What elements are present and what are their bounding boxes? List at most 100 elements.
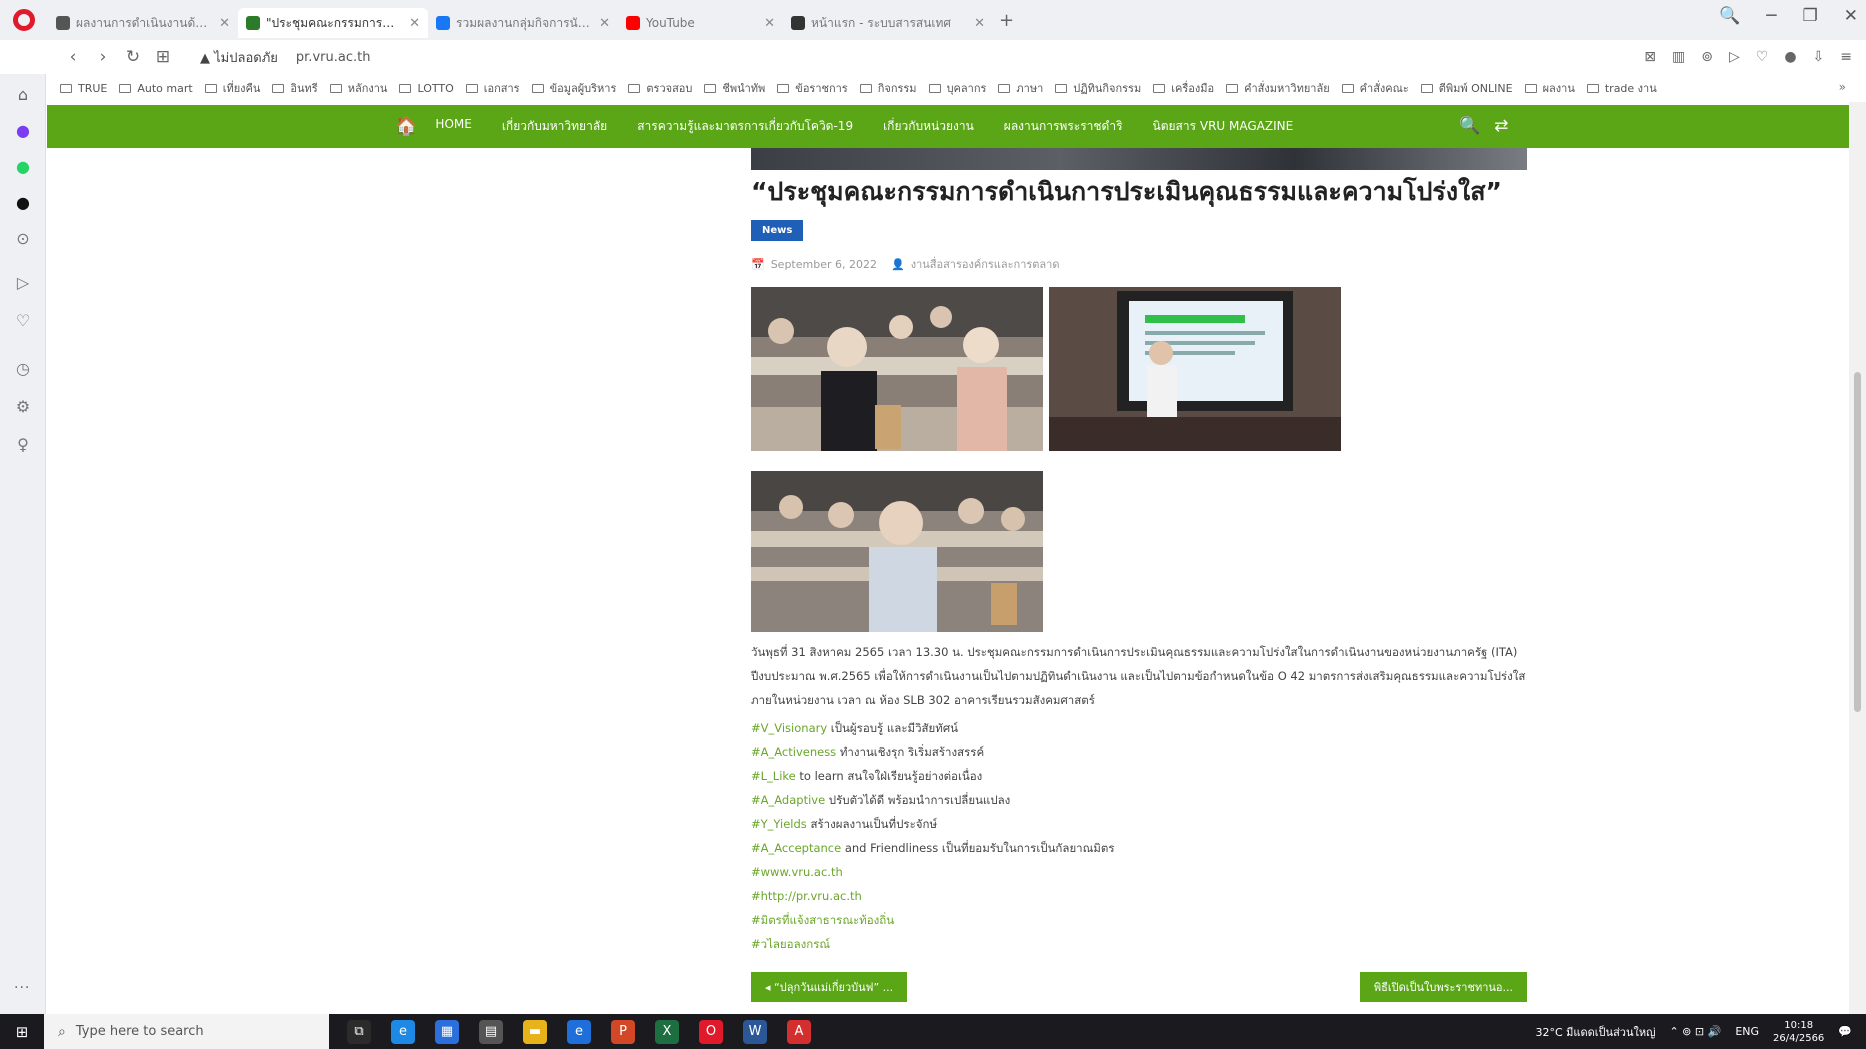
hashtag-link[interactable]: #A_Adaptive bbox=[751, 793, 825, 807]
weather-widget[interactable]: 32°C มีแดดเป็นส่วนใหญ่ bbox=[1536, 1023, 1656, 1041]
site-search-icon[interactable]: 🔍 bbox=[1459, 116, 1480, 136]
hashtag-link[interactable]: #มิตรที่แจ้งสาธารณะท้องถิ่น bbox=[751, 913, 894, 927]
bookmark-folder[interactable]: ปฏิทินกิจกรรม bbox=[1055, 79, 1141, 97]
tab-close-icon[interactable]: ✕ bbox=[974, 16, 985, 31]
hashtag-link[interactable]: #L_Like bbox=[751, 769, 796, 783]
start-button[interactable]: ⊞ bbox=[0, 1023, 44, 1041]
site-nav-item[interactable]: สารความรู้และมาตรการเกี่ยวกับโควิด-19 bbox=[637, 117, 853, 136]
store-icon[interactable]: ▦ bbox=[435, 1019, 459, 1044]
edge-icon[interactable]: e bbox=[391, 1019, 415, 1044]
tab-close-icon[interactable]: ✕ bbox=[219, 16, 230, 31]
tab-close-icon[interactable]: ✕ bbox=[409, 16, 420, 31]
hashtag-link[interactable]: #A_Acceptance bbox=[751, 841, 841, 855]
task-view-icon[interactable]: ⧉ bbox=[347, 1019, 371, 1044]
player-icon[interactable]: ⊙ bbox=[13, 228, 33, 248]
article-author[interactable]: งานสื่อสารองค์กรและการตลาด bbox=[911, 255, 1060, 273]
bookmark-folder[interactable]: เครื่องมือ bbox=[1153, 79, 1214, 97]
site-nav-item[interactable]: ผลงานการพระราชดำริ bbox=[1004, 117, 1123, 136]
site-nav-item[interactable]: นิตยสาร VRU MAGAZINE bbox=[1153, 117, 1294, 136]
article-date[interactable]: September 6, 2022 bbox=[771, 258, 877, 271]
toolbar-icon[interactable]: ▷ bbox=[1729, 49, 1740, 65]
back-button[interactable]: ‹ bbox=[58, 47, 88, 67]
previous-post-button[interactable]: ◂ “ปลุกวันแม่เกี่ยวบันฟ” ... bbox=[751, 972, 908, 1002]
bookmark-folder[interactable]: อินทรี bbox=[272, 79, 318, 97]
gallery-photo-2[interactable] bbox=[1049, 287, 1341, 451]
close-window-button[interactable]: ✕ bbox=[1844, 6, 1858, 26]
heart-icon[interactable]: ♡ bbox=[13, 310, 33, 330]
excel-icon[interactable]: X bbox=[655, 1019, 679, 1044]
forward-button[interactable]: › bbox=[88, 47, 118, 67]
toolbar-icon[interactable]: ⊠ bbox=[1644, 49, 1656, 65]
bookmark-folder[interactable]: ตีพิมพ์ ONLINE bbox=[1420, 79, 1513, 97]
bookmark-folder[interactable]: คำสั่งคณะ bbox=[1341, 79, 1409, 97]
browser-tab[interactable]: หน้าแรก - ระบบสารสนเทศ ✕ bbox=[783, 8, 993, 38]
opera-logo-icon[interactable] bbox=[0, 0, 48, 40]
site-security-status[interactable]: ▲ ไม่ปลอดภัย bbox=[200, 47, 278, 68]
history-icon[interactable]: ◷ bbox=[13, 358, 33, 378]
send-icon[interactable]: ▷ bbox=[13, 272, 33, 292]
bookmark-folder[interactable]: TRUE bbox=[60, 82, 107, 95]
maximize-button[interactable]: ❐ bbox=[1803, 6, 1818, 26]
page-scrollbar[interactable] bbox=[1849, 102, 1866, 1014]
minimize-button[interactable]: ─ bbox=[1766, 6, 1776, 26]
category-badge[interactable]: News bbox=[751, 220, 804, 241]
bookmark-folder[interactable]: บุคลากร bbox=[928, 79, 986, 97]
hashtag-link[interactable]: #www.vru.ac.th bbox=[751, 865, 843, 879]
clock[interactable]: 10:18 26/4/2566 bbox=[1773, 1019, 1824, 1045]
site-home-icon[interactable]: 🏠 bbox=[395, 116, 417, 137]
acrobat-icon[interactable]: A bbox=[787, 1019, 811, 1044]
hashtag-link[interactable]: #V_Visionary bbox=[751, 721, 827, 735]
bookmark-folder[interactable]: Auto mart bbox=[119, 82, 193, 95]
bookmark-folder[interactable]: เที่ยงคืน bbox=[204, 79, 260, 97]
bookmark-folder[interactable]: ภาษา bbox=[998, 79, 1043, 97]
browser-tab[interactable]: YouTube ✕ bbox=[618, 8, 783, 38]
ie-icon[interactable]: e bbox=[567, 1019, 591, 1044]
tiktok-icon[interactable]: ● bbox=[13, 192, 33, 212]
hashtag-link[interactable]: #Y_Yields bbox=[751, 817, 807, 831]
toolbar-icon[interactable]: ● bbox=[1784, 49, 1796, 65]
toolbar-icon[interactable]: ⇩ bbox=[1813, 49, 1825, 65]
bookmark-folder[interactable]: เอกสาร bbox=[465, 79, 520, 97]
taskbar-search-box[interactable]: ⌕ Type here to search bbox=[44, 1014, 329, 1049]
tab-close-icon[interactable]: ✕ bbox=[764, 16, 775, 31]
site-nav-item[interactable]: HOME bbox=[435, 117, 471, 136]
browser-tab[interactable]: รวมผลงานกลุ่มกิจการนักศึกษา ✕ bbox=[428, 8, 618, 38]
gallery-photo-1[interactable] bbox=[751, 287, 1043, 451]
toolbar-icon[interactable]: ▥ bbox=[1672, 49, 1685, 65]
language-indicator[interactable]: ENG bbox=[1735, 1025, 1759, 1038]
site-nav-item[interactable]: เกี่ยวกับมหาวิทยาลัย bbox=[502, 117, 607, 136]
bookmark-folder[interactable]: หลักงาน bbox=[329, 79, 387, 97]
hashtag-link[interactable]: #วไลยอลงกรณ์ bbox=[751, 937, 830, 951]
site-nav-item[interactable]: เกี่ยวกับหน่วยงาน bbox=[883, 117, 974, 136]
toolbar-icon[interactable]: ♡ bbox=[1756, 49, 1769, 65]
hashtag-link[interactable]: #http://pr.vru.ac.th bbox=[751, 889, 862, 903]
bookmark-folder[interactable]: ข้อมูลผู้บริหาร bbox=[531, 79, 616, 97]
tray-icons[interactable]: ⌃ ⊚ ⊡ 🔊 bbox=[1669, 1025, 1721, 1038]
powerpoint-icon[interactable]: P bbox=[611, 1019, 635, 1044]
random-post-icon[interactable]: ⇄ bbox=[1494, 116, 1508, 136]
toolbar-icon[interactable]: ≡ bbox=[1840, 49, 1852, 65]
bookmark-folder[interactable]: LOTTO bbox=[399, 82, 454, 95]
gallery-photo-3[interactable] bbox=[751, 471, 1043, 632]
extensions-icon[interactable]: ⚙ bbox=[13, 396, 33, 416]
opera-icon[interactable]: O bbox=[699, 1019, 723, 1044]
browser-tab[interactable]: ผลงานการดำเนินงานด้านพัฒนาคุณภาพ ✕ bbox=[48, 8, 238, 38]
browser-tab[interactable]: "ประชุมคณะกรรมการดำเนินการประเมินคุณธรรม… bbox=[238, 8, 428, 38]
bookmark-folder[interactable]: ผลงาน bbox=[1524, 79, 1575, 97]
calculator-icon[interactable]: ▤ bbox=[479, 1019, 503, 1044]
tab-close-icon[interactable]: ✕ bbox=[599, 16, 610, 31]
whatsapp-icon[interactable]: ● bbox=[13, 156, 33, 176]
tab-search-icon[interactable]: 🔍 bbox=[1719, 6, 1740, 26]
idea-icon[interactable]: ♀ bbox=[13, 434, 33, 454]
reload-button[interactable]: ↻ bbox=[118, 47, 148, 67]
bookmark-folder[interactable]: ตรวจสอบ bbox=[628, 79, 692, 97]
bookmarks-more-button[interactable]: » bbox=[1839, 80, 1846, 94]
toolbar-icon[interactable]: ⊚ bbox=[1701, 49, 1713, 65]
bookmark-folder[interactable]: ข้อราชการ bbox=[777, 79, 848, 97]
bookmark-folder[interactable]: กิจกรรม bbox=[859, 79, 917, 97]
home-icon[interactable]: ⌂ bbox=[13, 84, 33, 104]
next-post-button[interactable]: พิธีเปิดเป็นใบพระราชทานอ... bbox=[1359, 972, 1527, 1002]
bookmark-folder[interactable]: คำสั่งมหาวิทยาลัย bbox=[1226, 79, 1330, 97]
word-icon[interactable]: W bbox=[743, 1019, 767, 1044]
bookmark-folder[interactable]: trade งาน bbox=[1586, 79, 1657, 97]
